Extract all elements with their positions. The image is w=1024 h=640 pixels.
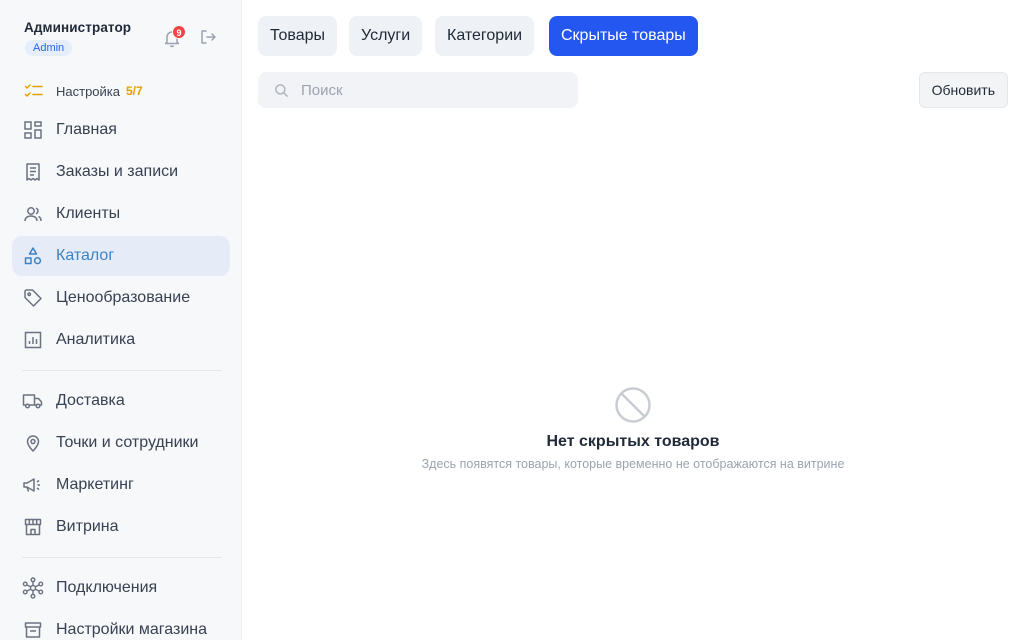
sidebar-item-label: Витрина (56, 518, 119, 535)
sidebar-item-label: Точки и сотрудники (56, 434, 199, 451)
search-icon (274, 83, 289, 98)
user-name: Администратор (24, 20, 132, 35)
sidebar-item-marketing[interactable]: Маркетинг (12, 465, 230, 505)
notification-count-badge: 9 (172, 25, 186, 39)
sidebar-item-label: Доставка (56, 392, 125, 409)
map-pin-icon (22, 432, 44, 454)
sidebar-item-pricing[interactable]: Ценообразование (12, 278, 230, 318)
sidebar-item-analytics[interactable]: Аналитика (12, 320, 230, 360)
refresh-button[interactable]: Обновить (918, 72, 1008, 108)
sidebar-item-delivery[interactable]: Доставка (12, 381, 230, 421)
sidebar-item-label: Каталог (56, 247, 115, 264)
role-badge: Admin (25, 40, 73, 56)
shapes-icon (22, 245, 44, 267)
sidebar-item-home[interactable]: Главная (12, 110, 230, 150)
logout-icon[interactable] (199, 28, 217, 46)
search-input[interactable] (301, 81, 561, 99)
search-bar (258, 72, 578, 108)
sidebar-item-label: Аналитика (56, 331, 136, 348)
sidebar-item-label: Подключения (56, 579, 158, 596)
sidebar-item-label: Настройки магазина (56, 621, 208, 638)
truck-icon (22, 390, 44, 412)
tab-hidden-products[interactable]: Скрытые товары (549, 16, 698, 56)
store-settings-icon (22, 619, 44, 640)
empty-state-title: Нет скрытых товаров (546, 433, 720, 450)
sidebar-item-catalog[interactable]: Каталог (12, 236, 230, 276)
sidebar-item-locations[interactable]: Точки и сотрудники (12, 423, 230, 463)
checklist-icon (24, 82, 44, 100)
sidebar-item-label: Маркетинг (56, 476, 134, 493)
sidebar-divider (22, 557, 222, 558)
empty-state-subtitle: Здесь появятся товары, которые временно … (421, 457, 845, 471)
sidebar-item-orders[interactable]: Заказы и записи (12, 152, 230, 192)
user-profile[interactable]: Администратор Admin (24, 20, 131, 56)
prohibited-icon (614, 386, 652, 424)
main-content: Товары Услуги Категории Скрытые товары О… (242, 0, 1024, 640)
sidebar-item-label: Главная (56, 121, 117, 138)
chart-icon (22, 329, 44, 351)
sidebar-divider (22, 370, 222, 371)
sidebar-item-label: Ценообразование (56, 289, 191, 306)
receipt-icon (22, 161, 44, 183)
tag-icon (22, 287, 44, 309)
sidebar-item-integrations[interactable]: Подключения (12, 568, 230, 608)
sidebar-item-label: Заказы и записи (56, 163, 179, 180)
sidebar-item-storefront[interactable]: Витрина (12, 507, 230, 547)
tab-categories[interactable]: Категории (435, 16, 535, 56)
users-icon (22, 203, 44, 225)
tab-products[interactable]: Товары (258, 16, 338, 56)
setup-progress-count: 5/7 (126, 84, 143, 98)
setup-label: Настройка (56, 83, 120, 99)
sidebar-item-store-settings[interactable]: Настройки магазина (12, 610, 230, 640)
network-icon (22, 577, 44, 599)
sidebar-item-label: Клиенты (56, 205, 121, 222)
storefront-icon (22, 516, 44, 538)
grid-icon (22, 119, 44, 141)
empty-state: Нет скрытых товаров Здесь появятся товар… (242, 386, 1024, 471)
megaphone-icon (22, 474, 44, 496)
setup-progress-item[interactable]: Настройка 5/7 (24, 82, 143, 100)
sidebar: Администратор Admin 9 Настройка 5/7 Глав… (0, 0, 242, 640)
sidebar-item-clients[interactable]: Клиенты (12, 194, 230, 234)
tab-services[interactable]: Услуги (349, 16, 423, 56)
